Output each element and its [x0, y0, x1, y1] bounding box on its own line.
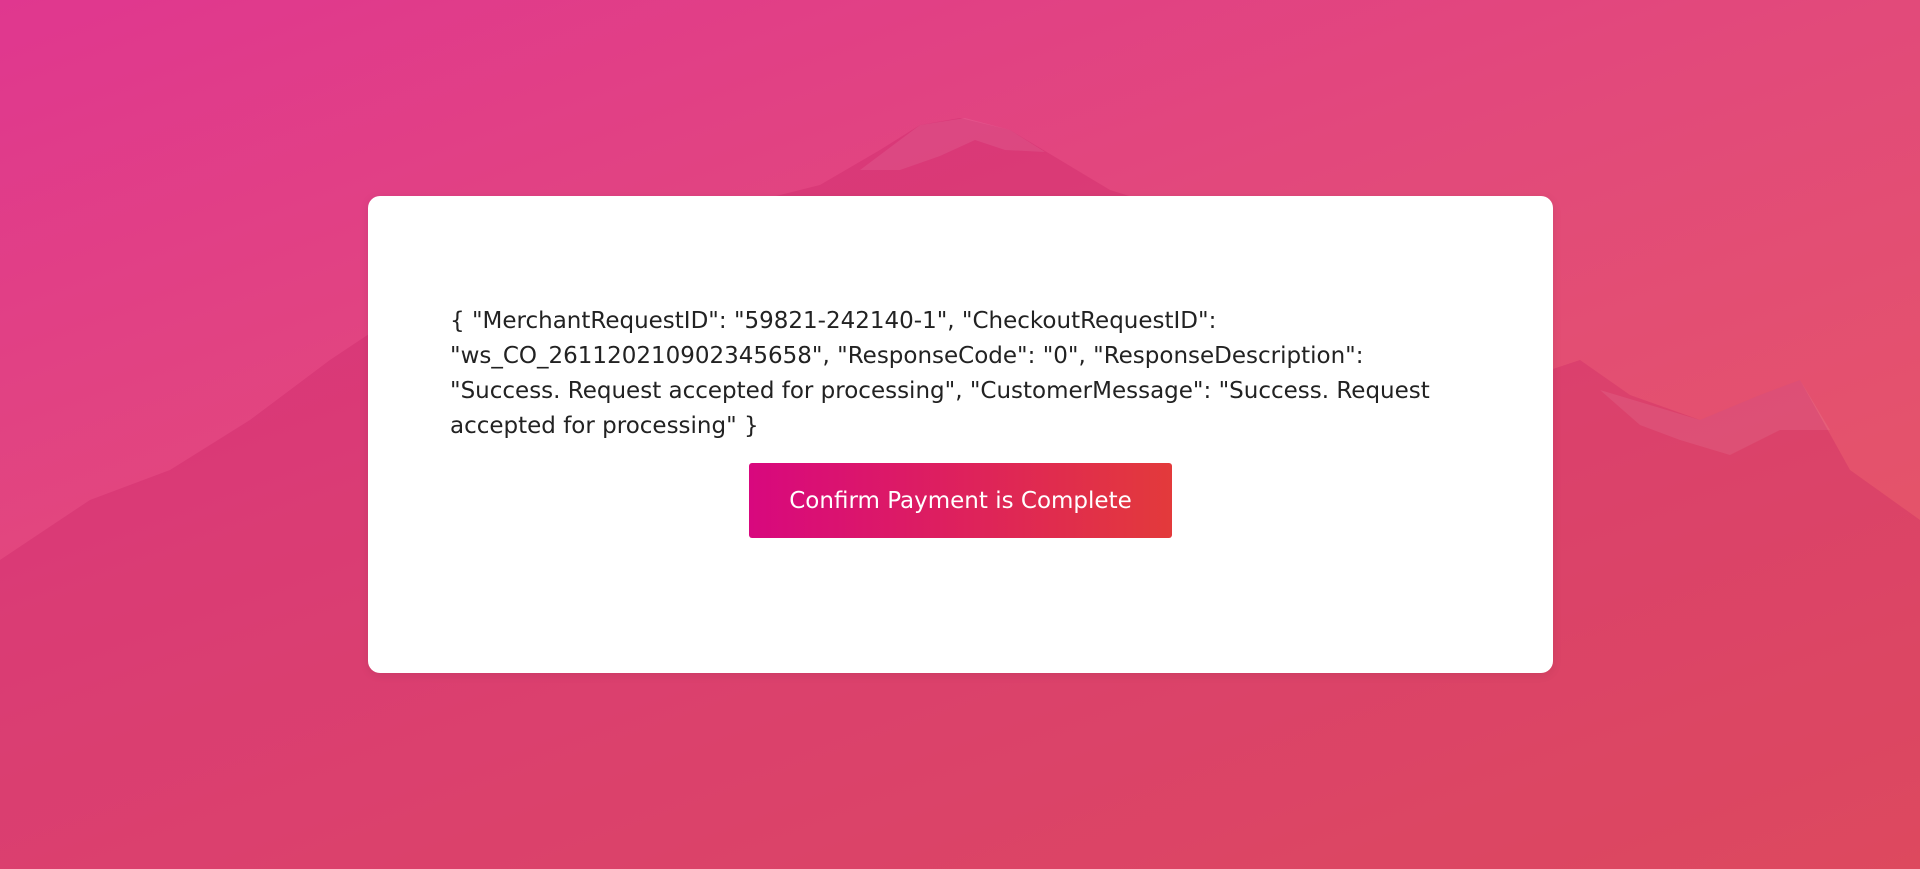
mpesa-response-text: { "MerchantRequestID": "59821-242140-1",… [450, 308, 1430, 439]
response-card: { "MerchantRequestID": "59821-242140-1",… [368, 196, 1553, 673]
confirm-payment-button[interactable]: Confirm Payment is Complete [749, 463, 1172, 538]
